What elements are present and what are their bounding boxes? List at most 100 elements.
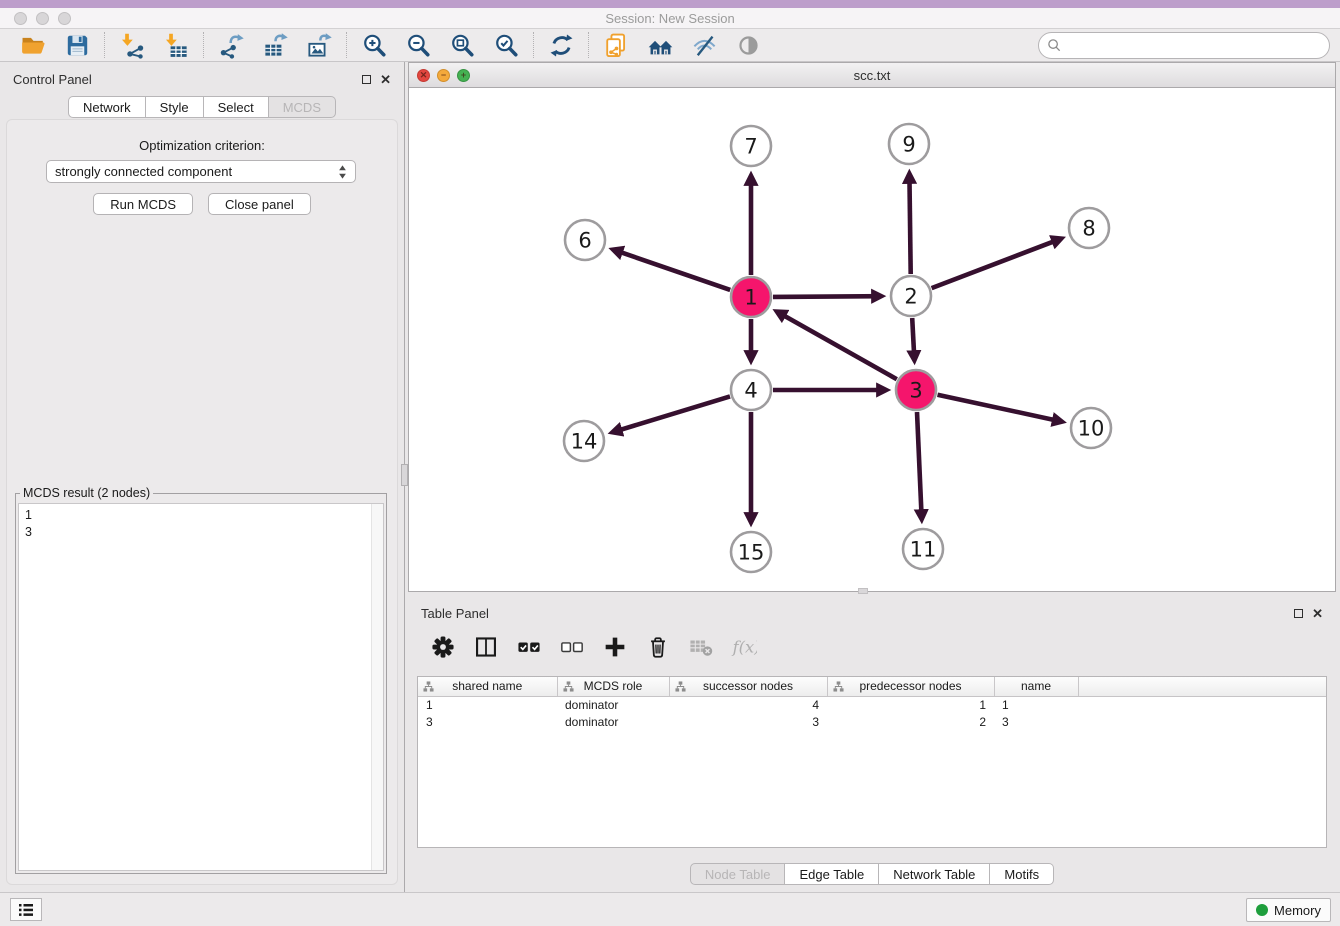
- edge-1-2[interactable]: [773, 296, 881, 297]
- network-window-title: scc.txt: [409, 68, 1335, 83]
- table-row[interactable]: 3dominator323: [418, 713, 1326, 730]
- column-header-predecessor-nodes[interactable]: predecessor nodes: [827, 677, 994, 696]
- cell-predecessor-nodes[interactable]: 2: [827, 713, 994, 730]
- import-table-button[interactable]: [159, 30, 193, 60]
- mcds-result-textarea[interactable]: 13: [18, 503, 384, 871]
- gear-icon: [430, 634, 456, 660]
- float-panel-icon[interactable]: [362, 75, 371, 84]
- zoom-selected-button[interactable]: [489, 30, 523, 60]
- graph-node-9[interactable]: 9: [889, 124, 929, 164]
- stepper-icon: [338, 164, 347, 180]
- network-maximize-button[interactable]: +: [457, 69, 470, 82]
- show-all-button[interactable]: [731, 30, 765, 60]
- svg-text:2: 2: [904, 285, 917, 309]
- zoom-in-button[interactable]: [357, 30, 391, 60]
- graph-node-1[interactable]: 1: [731, 277, 771, 317]
- table-settings-button[interactable]: [428, 631, 458, 663]
- open-session-button[interactable]: [16, 30, 50, 60]
- graph-node-11[interactable]: 11: [903, 529, 943, 569]
- graph-node-10[interactable]: 10: [1071, 408, 1111, 448]
- zoom-fit-button[interactable]: [445, 30, 479, 60]
- graph-node-2[interactable]: 2: [891, 276, 931, 316]
- eye-icon: [735, 32, 762, 59]
- float-table-panel-icon[interactable]: [1294, 609, 1303, 618]
- edge-2-8[interactable]: [932, 239, 1061, 288]
- svg-text:1: 1: [744, 286, 757, 310]
- close-panel-button[interactable]: Close panel: [208, 193, 311, 215]
- tab-mcds[interactable]: MCDS: [269, 96, 336, 118]
- close-panel-icon[interactable]: ✕: [380, 73, 391, 86]
- deselect-all-rows-button[interactable]: [557, 631, 587, 663]
- cell-shared-name[interactable]: 1: [418, 696, 557, 713]
- mcds-result-scrollbar[interactable]: [371, 504, 383, 870]
- close-table-panel-icon[interactable]: ✕: [1312, 607, 1323, 620]
- dropdown-selected-value: strongly connected component: [55, 164, 338, 179]
- edge-3-11[interactable]: [917, 412, 922, 519]
- node-table[interactable]: shared nameMCDS rolesuccessor nodesprede…: [417, 676, 1327, 848]
- import-network-button[interactable]: [115, 30, 149, 60]
- tab-edge-table[interactable]: Edge Table: [785, 863, 879, 885]
- edge-2-3[interactable]: [912, 318, 914, 360]
- cell-name[interactable]: 3: [994, 713, 1078, 730]
- cell-predecessor-nodes[interactable]: 1: [827, 696, 994, 713]
- export-table-button[interactable]: [258, 30, 292, 60]
- first-neighbors-button[interactable]: [643, 30, 677, 60]
- tab-node-table[interactable]: Node Table: [690, 863, 786, 885]
- show-columns-button[interactable]: [471, 631, 501, 663]
- column-header-shared-name[interactable]: shared name: [418, 677, 557, 696]
- clone-network-button[interactable]: [599, 30, 633, 60]
- zoom-out-button[interactable]: [401, 30, 435, 60]
- graph-node-7[interactable]: 7: [731, 126, 771, 166]
- graph-node-14[interactable]: 14: [564, 421, 604, 461]
- optimization-criterion-dropdown[interactable]: strongly connected component: [46, 160, 356, 183]
- graph-node-15[interactable]: 15: [731, 532, 771, 572]
- export-image-button[interactable]: [302, 30, 336, 60]
- save-session-button[interactable]: [60, 30, 94, 60]
- select-all-rows-button[interactable]: [514, 631, 544, 663]
- mcds-result-line: 3: [25, 524, 365, 541]
- column-header-mcds-role[interactable]: MCDS role: [557, 677, 669, 696]
- apply-layout-button[interactable]: [544, 30, 578, 60]
- tab-network[interactable]: Network: [68, 96, 146, 118]
- edge-3-1[interactable]: [777, 312, 897, 380]
- network-canvas[interactable]: 7 9 6 8 1 2 4 3 14 10 15 11: [408, 88, 1336, 592]
- network-minimize-button[interactable]: −: [437, 69, 450, 82]
- edge-1-6[interactable]: [613, 250, 730, 290]
- table-row[interactable]: 1dominator411: [418, 696, 1326, 713]
- search-input[interactable]: [1067, 38, 1321, 53]
- tab-motifs[interactable]: Motifs: [990, 863, 1054, 885]
- table-panel: Table Panel ✕ shared nameMCDS rolesucces…: [408, 596, 1336, 892]
- cell-successor-nodes[interactable]: 3: [669, 713, 827, 730]
- network-graph[interactable]: 7 9 6 8 1 2 4 3 14 10 15 11: [409, 88, 1335, 590]
- vertical-splitter-handle[interactable]: [401, 464, 408, 486]
- svg-text:15: 15: [738, 541, 765, 565]
- search-box[interactable]: [1038, 32, 1330, 59]
- cell-successor-nodes[interactable]: 4: [669, 696, 827, 713]
- show-hidden-panels-button[interactable]: [10, 898, 42, 921]
- add-column-button[interactable]: [600, 631, 630, 663]
- edge-4-14[interactable]: [613, 396, 730, 432]
- hide-selected-button[interactable]: [687, 30, 721, 60]
- network-close-button[interactable]: ✕: [417, 69, 430, 82]
- tab-network-table[interactable]: Network Table: [879, 863, 990, 885]
- run-mcds-button[interactable]: Run MCDS: [93, 193, 193, 215]
- graph-node-4[interactable]: 4: [731, 370, 771, 410]
- edge-2-9[interactable]: [909, 174, 910, 274]
- memory-button[interactable]: Memory: [1246, 898, 1331, 922]
- graph-node-3[interactable]: 3: [896, 370, 936, 410]
- graph-node-6[interactable]: 6: [565, 220, 605, 260]
- cell-shared-name[interactable]: 3: [418, 713, 557, 730]
- edge-3-10[interactable]: [938, 395, 1062, 422]
- column-header-name[interactable]: name: [994, 677, 1078, 696]
- tab-style[interactable]: Style: [146, 96, 204, 118]
- export-network-button[interactable]: [214, 30, 248, 60]
- delete-column-button[interactable]: [643, 631, 673, 663]
- cell-name[interactable]: 1: [994, 696, 1078, 713]
- column-header-successor-nodes[interactable]: successor nodes: [669, 677, 827, 696]
- tab-select[interactable]: Select: [204, 96, 269, 118]
- cell-mcds-role[interactable]: dominator: [557, 696, 669, 713]
- graph-node-8[interactable]: 8: [1069, 208, 1109, 248]
- svg-text:6: 6: [578, 229, 591, 253]
- cell-mcds-role[interactable]: dominator: [557, 713, 669, 730]
- horizontal-splitter-handle[interactable]: [858, 588, 868, 594]
